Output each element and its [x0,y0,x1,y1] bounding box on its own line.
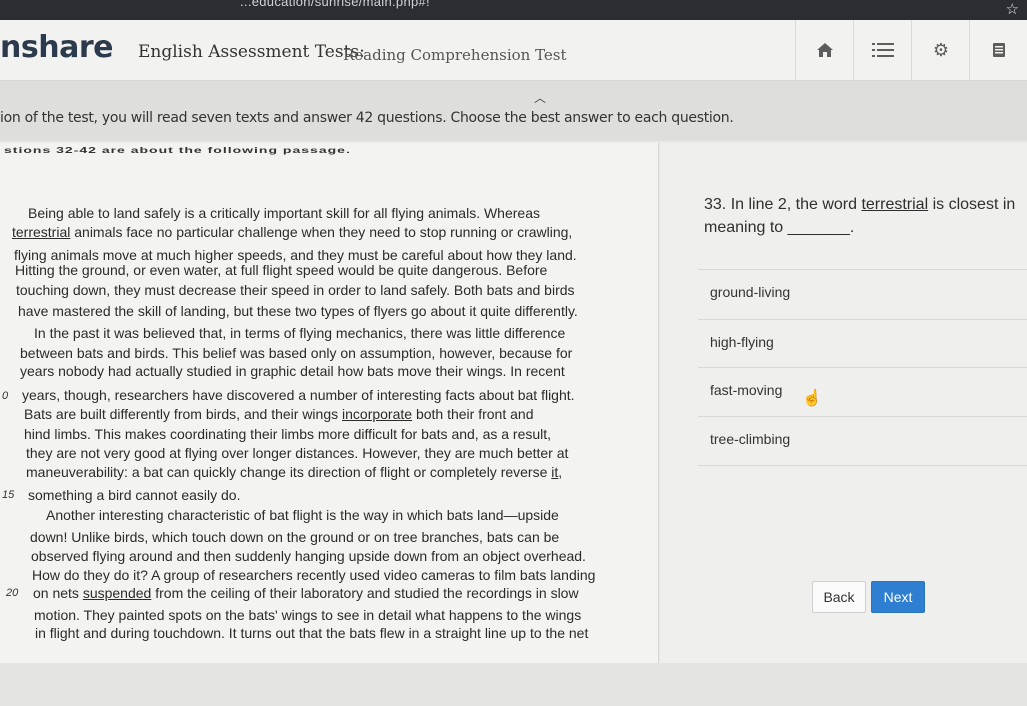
breadcrumb-test: Reading Comprehension Test [343,46,567,64]
settings-button[interactable]: ⚙ [911,20,970,80]
passage-line: on nets suspended from the ceiling of th… [33,585,579,601]
home-button[interactable] [795,20,854,80]
keyword-suspended: suspended [82,585,152,601]
passage-line: maneuverability: a bat can quickly chang… [26,464,563,480]
header-icon-bar: ⚙ [795,20,1027,80]
question-keyword: terrestrial [861,196,929,213]
answer-option-d[interactable]: tree-climbing [698,416,1027,466]
instructions-bar: ︿ ion of the test, you will read seven t… [0,81,1027,141]
passage-line: years nobody had actually studied in gra… [20,363,565,379]
line-number: 15 [2,489,15,501]
star-icon[interactable]: ☆ [1006,0,1019,18]
browser-url: ...education/sunrise/main.php#! [240,0,430,9]
brand-logo: nshare [0,30,113,65]
answer-option-label: ground-living [710,284,791,300]
next-button[interactable]: Next [871,581,925,613]
passage-line: they are not very good at flying over lo… [26,445,569,461]
passage-line: hind limbs. This makes coordinating thei… [24,426,552,442]
line-number: 0 [2,390,9,402]
browser-top-bar: ...education/sunrise/main.php#! ☆ [0,0,1027,20]
passage-line: have mastered the skill of landing, but … [18,303,578,319]
passage-line: down! Unlike birds, which touch down on … [30,529,560,545]
list-icon [872,43,894,57]
passage-line: years, though, researchers have discover… [22,387,575,403]
keyword-terrestrial: terrestrial [12,224,71,240]
keyword-incorporate: incorporate [342,406,413,422]
passage-line: Hitting the ground, or even water, at fu… [15,262,548,278]
breadcrumb-section: English Assessment Tests: [138,42,365,62]
home-icon [817,43,833,57]
passage-line: motion. They painted spots on the bats' … [34,607,582,623]
answer-option-b[interactable]: high-flying [698,319,1027,368]
footer-bar [0,663,1027,706]
answer-option-c[interactable]: fast-moving ☝ [698,367,1027,416]
gear-icon: ⚙ [932,39,950,60]
line-number: 20 [6,587,19,599]
passage-line: observed flying around and then suddenly… [31,548,586,564]
passage-line: In the past it was believed that, in ter… [34,325,566,341]
question-list-button[interactable] [853,20,912,80]
chevron-up-icon[interactable]: ︿ [534,89,548,105]
instructions-text: ion of the test, you will read seven tex… [0,110,734,126]
passage-line: Bats are built differently from birds, a… [24,406,534,422]
notes-button[interactable] [969,20,1027,80]
passage-line: in flight and during touchdown. It turns… [35,625,589,641]
passage-heading: stions 32-42 are about the following pas… [4,145,351,155]
notepad-icon [993,43,1005,57]
answer-option-label: fast-moving [710,382,783,398]
answer-option-a[interactable]: ground-living [698,269,1027,318]
back-button[interactable]: Back [812,581,866,613]
answer-option-label: high-flying [710,334,774,350]
passage-line: terrestrial animals face no particular c… [12,224,573,240]
passage-line: Being able to land safely is a criticall… [28,205,540,221]
hand-cursor-icon: ☝ [802,390,822,407]
answer-option-label: tree-climbing [710,431,791,447]
question-stem: 33. In line 2, the word terrestrial is c… [704,193,1027,239]
keyword-it: it [551,464,559,480]
passage-panel[interactable]: stions 32-42 are about the following pas… [0,143,659,663]
app-header: nshare English Assessment Tests: Reading… [0,20,1027,81]
passage-line: between bats and birds. This belief was … [20,345,573,361]
passage-line: something a bird cannot easily do. [28,487,241,503]
passage-line: Another interesting characteristic of ba… [46,507,559,523]
question-number: 33. [704,196,727,213]
question-text-before: In line 2, the word [730,196,857,213]
passage-line: flying animals move at much higher speed… [14,247,577,263]
passage-line: touching down, they must decrease their … [16,282,575,298]
passage-line: How do they do it? A group of researcher… [32,567,596,583]
